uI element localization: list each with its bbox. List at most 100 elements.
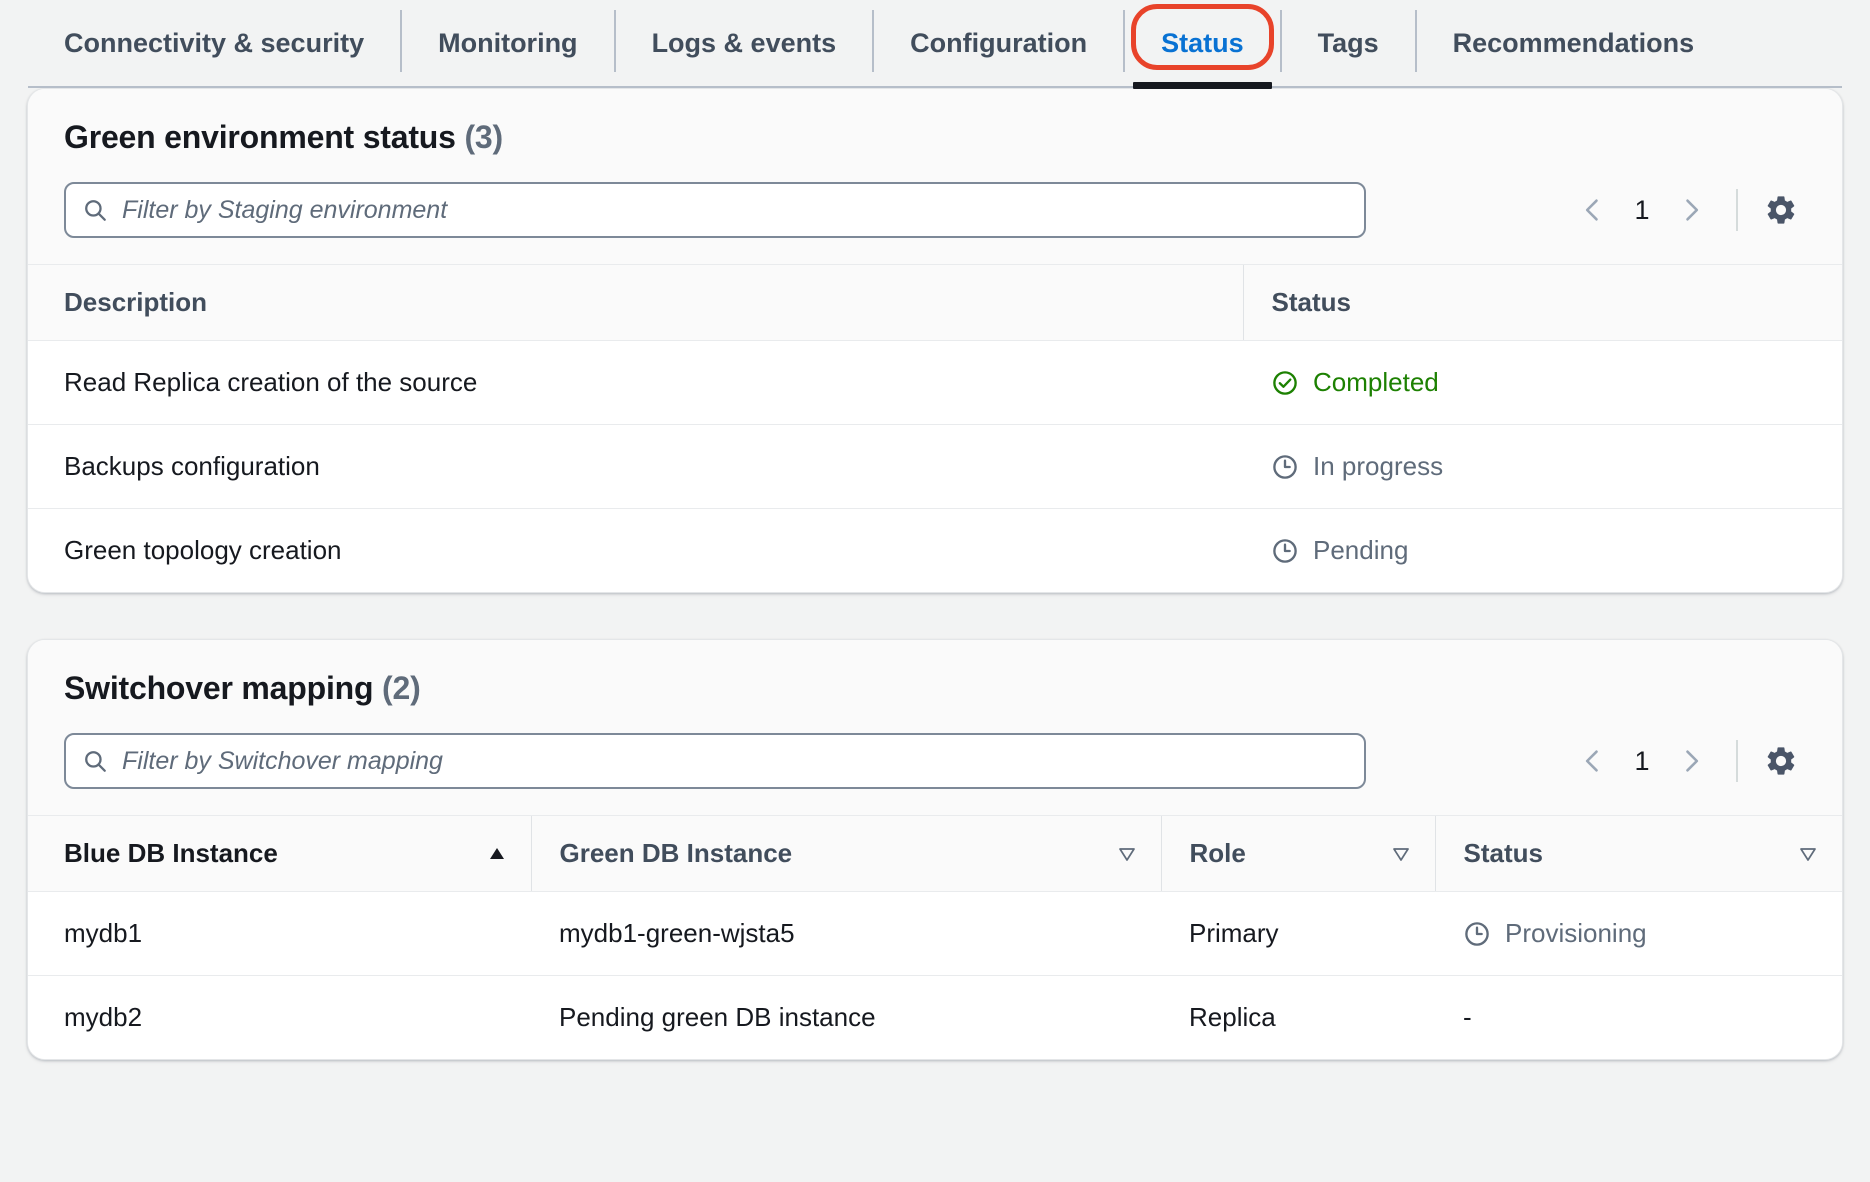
gear-icon [1764,193,1798,227]
sort-icon [1115,842,1139,866]
tab-bar: Connectivity & security Monitoring Logs … [0,0,1870,88]
column-header-label: Green DB Instance [560,838,793,869]
cell-status: Provisioning [1435,892,1842,976]
tab-label: Connectivity & security [64,28,364,59]
column-header-green-db-instance[interactable]: Green DB Instance [531,816,1161,892]
chevron-left-icon [1579,747,1607,775]
toolbar-divider [1736,740,1738,782]
column-header-label: Blue DB Instance [64,838,278,869]
page-number[interactable]: 1 [1620,746,1664,777]
table-body: Read Replica creation of the source Comp… [28,341,1842,593]
status-label: Provisioning [1505,918,1647,949]
column-header-label: Description [64,287,207,317]
table-row[interactable]: Read Replica creation of the source Comp… [28,341,1842,425]
card-header: Switchover mapping (2) [28,640,1842,707]
clock-icon [1271,453,1299,481]
card-header: Green environment status (3) [28,89,1842,156]
switchover-mapping-table: Blue DB Instance Green DB Instance [28,815,1842,1059]
previous-page-button[interactable] [1566,183,1620,237]
cell-status: Completed [1243,341,1842,425]
cell-blue-db-instance: mydb1 [28,892,531,976]
tab-bar-divider [28,86,1842,88]
tab-tags[interactable]: Tags [1282,0,1415,86]
switchover-mapping-card: Switchover mapping (2) Filter by Switcho… [27,639,1843,1060]
chevron-right-icon [1677,196,1705,224]
column-header-description[interactable]: Description [28,265,1243,341]
cell-blue-db-instance: mydb2 [28,976,531,1060]
green-environment-status-table: Description Status Read Replica creation… [28,264,1842,592]
cell-description: Read Replica creation of the source [28,341,1243,425]
table-row[interactable]: mydb1 mydb1-green-wjsta5 Primary Provisi… [28,892,1842,976]
tab-label: Status [1161,28,1244,59]
page-number[interactable]: 1 [1620,195,1664,226]
tab-status[interactable]: Status [1125,0,1280,86]
status-badge: Pending [1271,535,1842,566]
table-header-row: Blue DB Instance Green DB Instance [28,816,1842,892]
column-header-status[interactable]: Status [1435,816,1842,892]
table-header-row: Description Status [28,265,1842,341]
status-label: Pending [1313,535,1408,566]
clock-icon [1463,920,1491,948]
column-header-label: Role [1190,838,1246,869]
green-environment-status-card: Green environment status (3) Filter by S… [27,88,1843,593]
cell-status: - [1435,976,1842,1060]
search-icon [82,197,108,223]
tab-logs-events[interactable]: Logs & events [616,0,873,86]
pagination-controls: 1 [1566,734,1806,788]
tab-configuration[interactable]: Configuration [874,0,1123,86]
next-page-button[interactable] [1664,183,1718,237]
table-row[interactable]: mydb2 Pending green DB instance Replica … [28,976,1842,1060]
search-placeholder: Filter by Staging environment [122,196,447,225]
card-title-count: (3) [464,119,503,155]
cell-green-db-instance: mydb1-green-wjsta5 [531,892,1161,976]
chevron-left-icon [1579,196,1607,224]
table-toolbar: Filter by Staging environment 1 [28,156,1842,264]
section-spacer [27,593,1843,639]
search-input[interactable]: Filter by Switchover mapping [64,733,1366,789]
tab-monitoring[interactable]: Monitoring [402,0,613,86]
status-label: In progress [1313,451,1443,482]
tab-recommendations[interactable]: Recommendations [1417,0,1731,86]
page-title: Switchover mapping (2) [64,670,1806,707]
cell-status: In progress [1243,425,1842,509]
gear-icon [1764,744,1798,778]
pagination-controls: 1 [1566,183,1806,237]
column-header-blue-db-instance[interactable]: Blue DB Instance [28,816,531,892]
search-input[interactable]: Filter by Staging environment [64,182,1366,238]
next-page-button[interactable] [1664,734,1718,788]
sort-icon [1796,842,1820,866]
status-label: Completed [1313,367,1439,398]
tab-connectivity-security[interactable]: Connectivity & security [28,0,400,86]
tab-label: Recommendations [1453,28,1695,59]
table-body: mydb1 mydb1-green-wjsta5 Primary Provisi… [28,892,1842,1060]
table-toolbar: Filter by Switchover mapping 1 [28,707,1842,815]
check-circle-icon [1271,369,1299,397]
status-badge: Completed [1271,367,1842,398]
tab-label: Configuration [910,28,1087,59]
search-placeholder: Filter by Switchover mapping [122,747,443,776]
table-row[interactable]: Green topology creation Pending [28,509,1842,593]
sort-ascending-icon [485,842,509,866]
tab-label: Tags [1318,28,1379,59]
card-title-text: Green environment status [64,119,456,155]
card-title-count: (2) [382,670,421,706]
page-bottom-spacer [27,1060,1843,1078]
tab-label: Logs & events [652,28,837,59]
column-header-role[interactable]: Role [1161,816,1435,892]
page-title: Green environment status (3) [64,119,1806,156]
preferences-button[interactable] [1756,185,1806,235]
cell-description: Backups configuration [28,425,1243,509]
cell-description: Green topology creation [28,509,1243,593]
table-header: Blue DB Instance Green DB Instance [28,816,1842,892]
table-row[interactable]: Backups configuration In progress [28,425,1842,509]
cell-role: Primary [1161,892,1435,976]
status-badge: Provisioning [1463,918,1842,949]
preferences-button[interactable] [1756,736,1806,786]
clock-icon [1271,537,1299,565]
status-badge: In progress [1271,451,1842,482]
previous-page-button[interactable] [1566,734,1620,788]
chevron-right-icon [1677,747,1705,775]
sort-icon [1389,842,1413,866]
page-content: Green environment status (3) Filter by S… [0,88,1870,1078]
column-header-status[interactable]: Status [1243,265,1842,341]
